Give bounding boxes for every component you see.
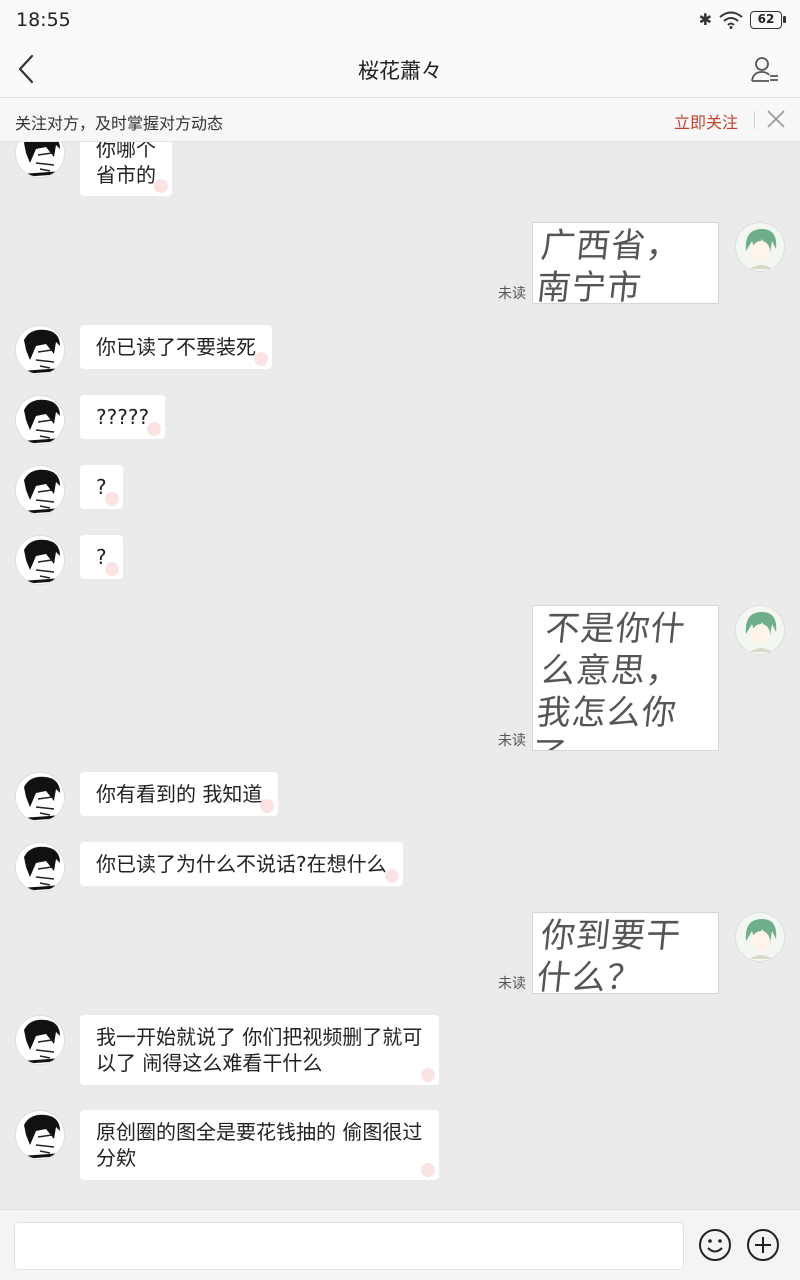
message-bubble[interactable]: 你有看到的 我知道 [80, 772, 279, 816]
input-bar [0, 1209, 800, 1280]
message-watermark [384, 869, 399, 883]
message-watermark [254, 352, 268, 366]
message-bubble[interactable]: 你已读了为什么不说话?在想什么 [80, 842, 403, 886]
message-bubble[interactable]: 你已读了不要装死 [80, 325, 272, 369]
message-bubble[interactable]: ????? [80, 395, 166, 439]
avatar[interactable] [735, 912, 785, 962]
unread-label: 未读 [498, 286, 526, 302]
avatar[interactable] [15, 772, 65, 822]
follow-banner: 关注对方，及时掌握对方动态 立即关注 [0, 98, 800, 142]
battery-icon: 62 [750, 10, 786, 29]
avatar[interactable] [15, 395, 65, 445]
avatar[interactable] [15, 465, 65, 515]
unread-label: 未读 [498, 976, 526, 992]
avatar[interactable] [15, 142, 65, 178]
chat-header: 桜花蕭々 [0, 40, 800, 98]
message-text: 你已读了不要装死 [96, 335, 256, 359]
message-bubble[interactable]: ? [80, 535, 123, 579]
message-bubble[interactable]: ? [80, 465, 123, 509]
message-watermark [147, 422, 162, 436]
anime-avatar-icon [736, 913, 784, 961]
person-settings-icon[interactable] [750, 54, 780, 84]
manga-avatar-icon [16, 843, 64, 891]
message-input[interactable] [14, 1222, 684, 1270]
avatar[interactable] [15, 535, 65, 585]
message-bubble[interactable]: 原创圈的图全是要花钱抽的 偷图很过分欸 [80, 1110, 439, 1180]
manga-avatar-icon [16, 773, 64, 821]
handwriting-text: 你到要干什么？ [534, 916, 684, 994]
divider [754, 111, 755, 129]
status-time: 18:55 [16, 9, 71, 31]
plus-circle-icon[interactable] [746, 1228, 780, 1262]
anime-avatar-icon [736, 223, 784, 271]
anime-avatar-icon [736, 606, 784, 654]
message-text: 你哪个 省市的 [96, 142, 156, 187]
message-text: 你已读了为什么不说话?在想什么 [96, 852, 387, 876]
avatar[interactable] [735, 222, 785, 272]
manga-avatar-icon [16, 326, 64, 374]
avatar[interactable] [735, 605, 785, 655]
message-watermark [104, 492, 119, 506]
avatar[interactable] [15, 1110, 65, 1160]
message-bubble[interactable]: 你哪个 省市的 [80, 142, 172, 196]
message-watermark [421, 1068, 435, 1082]
message-text: 你有看到的 我知道 [96, 782, 263, 806]
manga-avatar-icon [16, 1111, 64, 1159]
wifi-icon [719, 11, 743, 29]
message-watermark [421, 1163, 435, 1177]
close-icon[interactable] [766, 109, 786, 129]
message-watermark [104, 562, 119, 576]
manga-avatar-icon [16, 1016, 64, 1064]
bluetooth-icon: ✱ [698, 10, 712, 29]
avatar[interactable] [15, 842, 65, 892]
handwriting-text: 广西省，南宁市 [534, 226, 684, 304]
unread-label: 未读 [498, 733, 526, 749]
follow-button[interactable]: 立即关注 [674, 109, 738, 133]
message-text: 我一开始就说了 你们把视频删了就可以了 闹得这么难看干什么 [96, 1025, 423, 1075]
message-bubble[interactable]: 我一开始就说了 你们把视频删了就可以了 闹得这么难看干什么 [80, 1015, 439, 1085]
manga-avatar-icon [16, 466, 64, 514]
message-watermark [260, 799, 275, 813]
manga-avatar-icon [16, 142, 64, 177]
handwriting-image[interactable]: 不是你什么意思，我怎么你了 [532, 605, 719, 751]
message-text: 原创圈的图全是要花钱抽的 偷图很过分欸 [96, 1120, 423, 1170]
status-icons: ✱ 62 [698, 10, 786, 29]
avatar[interactable] [15, 1015, 65, 1065]
smiley-icon[interactable] [698, 1228, 732, 1262]
message-watermark [154, 179, 168, 193]
manga-avatar-icon [16, 396, 64, 444]
handwriting-text: 不是你什么意思，我怎么你了 [533, 609, 688, 750]
handwriting-image[interactable]: 广西省，南宁市 [532, 222, 719, 304]
message-text: ????? [96, 405, 150, 429]
handwriting-image[interactable]: 你到要干什么？ [532, 912, 719, 994]
page-title: 桜花蕭々 [358, 59, 442, 83]
message-list[interactable]: 你哪个 省市的 未读 广西省，南宁市 你已读了不要装死 ????? ? ? 未读… [0, 142, 800, 1209]
manga-avatar-icon [16, 536, 64, 584]
avatar[interactable] [15, 325, 65, 375]
status-bar: 18:55 ✱ 62 [0, 0, 800, 40]
follow-banner-text: 关注对方，及时掌握对方动态 [15, 114, 224, 133]
